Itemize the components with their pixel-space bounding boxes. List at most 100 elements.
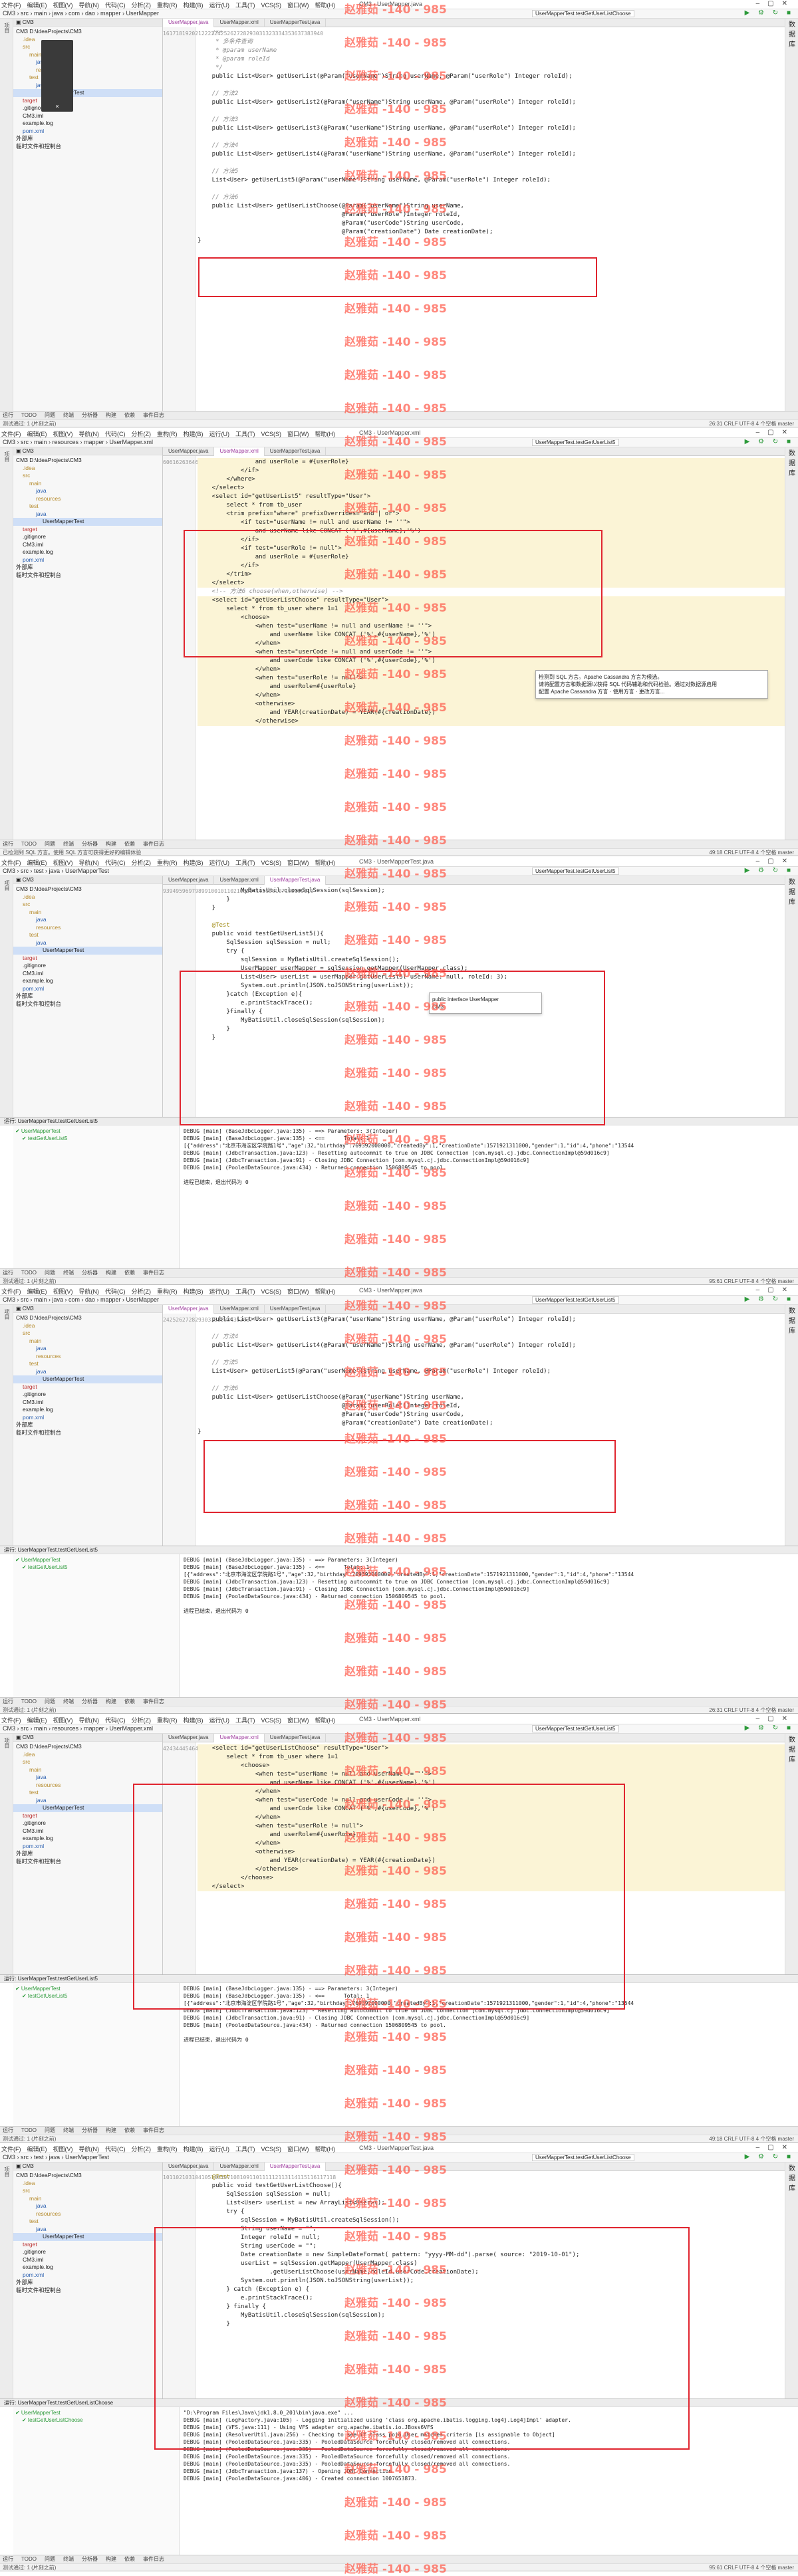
menu-item[interactable]: 工具(T) <box>235 431 255 437</box>
popup-line[interactable]: 配置 Apache Cassandra 方言 · 使用方言 · 更改方言... <box>539 688 765 695</box>
menu-item[interactable]: 重构(R) <box>157 2 178 9</box>
tool-window-button[interactable]: 分析器 <box>82 2127 98 2133</box>
tool-window-button[interactable]: 构建 <box>106 2127 116 2133</box>
menu-item[interactable]: 编辑(E) <box>27 860 47 866</box>
run-toolbar-icons[interactable]: ▶ ⚙ ↻ ■ <box>745 2153 794 2161</box>
menu-item[interactable]: 构建(B) <box>184 431 203 437</box>
menu-item[interactable]: 重构(R) <box>157 1717 178 1724</box>
tree-node[interactable]: 临时文件和控制台 <box>13 1858 162 1866</box>
tree-node[interactable]: src <box>13 901 162 909</box>
tool-window-button[interactable]: 分析器 <box>82 1270 98 1276</box>
breadcrumb[interactable]: CM3 › src › test › java › UserMapperTest <box>3 868 109 874</box>
menu-item[interactable]: 导航(N) <box>79 431 100 437</box>
project-tool-label[interactable]: 项目 <box>3 451 11 462</box>
editor-tab[interactable]: UserMapper.xml <box>214 19 265 27</box>
tree-node[interactable]: UserMapperTest <box>13 1804 162 1812</box>
menu-item[interactable]: VCS(S) <box>261 860 282 866</box>
tree-node[interactable]: pom.xml <box>13 1843 162 1851</box>
project-tool-label[interactable]: 项目 <box>3 23 11 33</box>
project-tool-label[interactable]: 项目 <box>3 1738 11 1748</box>
tool-window-button[interactable]: 事件日志 <box>143 2556 164 2562</box>
tree-node[interactable]: 临时文件和控制台 <box>13 1000 162 1008</box>
tool-window-button[interactable]: 分析器 <box>82 2556 98 2562</box>
run-toolbar-icons[interactable]: ▶ ⚙ ↻ ■ <box>745 867 794 874</box>
tree-node[interactable]: resources <box>13 924 162 932</box>
tree-node[interactable]: CM3 D:\IdeaProjects\CM3 <box>13 885 162 893</box>
window-controls[interactable]: –▢✕ <box>756 2144 795 2151</box>
menu-item[interactable]: VCS(S) <box>261 1288 282 1295</box>
tree-node[interactable]: src <box>13 1758 162 1766</box>
database-tool-label[interactable]: 数据库 <box>789 1305 798 1335</box>
tree-node[interactable]: 外部库 <box>13 993 162 1000</box>
tree-node[interactable]: CM3.iml <box>13 1827 162 1835</box>
tool-window-button[interactable]: 运行 <box>3 1698 13 1704</box>
tree-node[interactable]: CM3 D:\IdeaProjects\CM3 <box>13 28 162 36</box>
editor-tab[interactable]: UserMapper.java <box>163 2163 215 2171</box>
menu-item[interactable]: 帮助(H) <box>315 860 336 866</box>
run-toolbar-icons[interactable]: ▶ ⚙ ↻ ■ <box>745 9 794 17</box>
tree-node[interactable]: src <box>13 2187 162 2195</box>
tool-window-button[interactable]: 事件日志 <box>143 841 164 847</box>
menu-item[interactable]: 窗口(W) <box>287 431 309 437</box>
menu-item[interactable]: VCS(S) <box>261 2146 282 2153</box>
menu-item[interactable]: 导航(N) <box>79 2 100 9</box>
tree-node[interactable]: test <box>13 1360 162 1368</box>
code-content[interactable]: /** * 多条件查询 * @param userName * @param r… <box>198 29 785 245</box>
window-controls[interactable]: –▢✕ <box>756 1286 795 1294</box>
tree-node[interactable]: .gitignore <box>13 104 162 112</box>
tool-window-button[interactable]: 事件日志 <box>143 2127 164 2133</box>
editor-tab[interactable]: UserMapper.xml <box>214 447 265 456</box>
menu-item[interactable]: 文件(F) <box>1 1717 21 1724</box>
menu-item[interactable]: 文件(F) <box>1 860 21 866</box>
tool-window-button[interactable]: 终端 <box>63 2127 74 2133</box>
menu-item[interactable]: 运行(U) <box>209 1288 230 1295</box>
tool-window-button[interactable]: 分析器 <box>82 412 98 418</box>
tree-node[interactable]: 临时文件和控制台 <box>13 2287 162 2295</box>
menu-item[interactable]: 分析(Z) <box>132 2146 152 2153</box>
menu-item[interactable]: 导航(N) <box>79 2146 100 2153</box>
project-tool-label[interactable]: 项目 <box>3 880 11 891</box>
tree-node[interactable]: target <box>13 1812 162 1820</box>
tree-node[interactable]: 外部库 <box>13 564 162 572</box>
menu-item[interactable]: 代码(C) <box>105 1288 126 1295</box>
tree-node[interactable]: java <box>13 1368 162 1376</box>
menu-item[interactable]: 构建(B) <box>184 1288 203 1295</box>
test-result-node[interactable]: ✔ UserMapperTest <box>15 2409 177 2416</box>
tree-node[interactable]: java <box>13 1797 162 1805</box>
tree-node[interactable]: 外部库 <box>13 135 162 143</box>
menu-item[interactable]: 窗口(W) <box>287 860 309 866</box>
tree-node[interactable]: java <box>13 2226 162 2234</box>
tree-node[interactable]: resources <box>13 1782 162 1790</box>
database-tool-label[interactable]: 数据库 <box>789 1734 798 1764</box>
code-content[interactable]: @Test public void testGetUserListChoose(… <box>198 2173 785 2329</box>
tool-window-button[interactable]: 依赖 <box>124 1698 135 1704</box>
tool-window-button[interactable]: 事件日志 <box>143 1698 164 1704</box>
menu-item[interactable]: 构建(B) <box>184 1717 203 1724</box>
tree-node[interactable]: main <box>13 909 162 917</box>
database-tool-label[interactable]: 数据库 <box>789 2163 798 2192</box>
tool-window-button[interactable]: TODO <box>21 1270 37 1276</box>
tree-node[interactable]: example.log <box>13 120 162 128</box>
tree-node[interactable]: java <box>13 2202 162 2210</box>
menu-item[interactable]: 窗口(W) <box>287 2 309 9</box>
status-indicators[interactable]: 95:61 CRLF UTF-8 4 个空格 master <box>709 2564 794 2571</box>
window-controls[interactable]: –▢✕ <box>756 429 795 436</box>
breadcrumb[interactable]: CM3 › src › main › resources › mapper › … <box>3 1725 153 1732</box>
status-indicators[interactable]: 26:31 CRLF UTF-8 4 个空格 master <box>709 420 794 427</box>
editor-tab[interactable]: UserMapper.java <box>163 447 215 456</box>
menu-item[interactable]: 编辑(E) <box>27 1288 47 1295</box>
tree-node[interactable]: resources <box>13 66 162 74</box>
window-controls[interactable]: –▢✕ <box>756 1715 795 1722</box>
editor-tab[interactable]: UserMapperTest.java <box>265 447 327 456</box>
tool-window-button[interactable]: 问题 <box>45 1698 55 1704</box>
tree-node[interactable]: .idea <box>13 2180 162 2188</box>
tool-window-button[interactable]: 依赖 <box>124 2556 135 2562</box>
editor-tab[interactable]: UserMapper.xml <box>214 1734 265 1742</box>
database-tool-label[interactable]: 数据库 <box>789 447 798 477</box>
code-content[interactable]: public List<User> getUserList3(@Param("u… <box>198 1316 785 1437</box>
tree-node[interactable]: test <box>13 931 162 939</box>
tool-window-button[interactable]: 问题 <box>45 2556 55 2562</box>
tree-node[interactable]: pom.xml <box>13 128 162 136</box>
menu-item[interactable]: 运行(U) <box>209 1717 230 1724</box>
tree-node[interactable]: 外部库 <box>13 1421 162 1429</box>
